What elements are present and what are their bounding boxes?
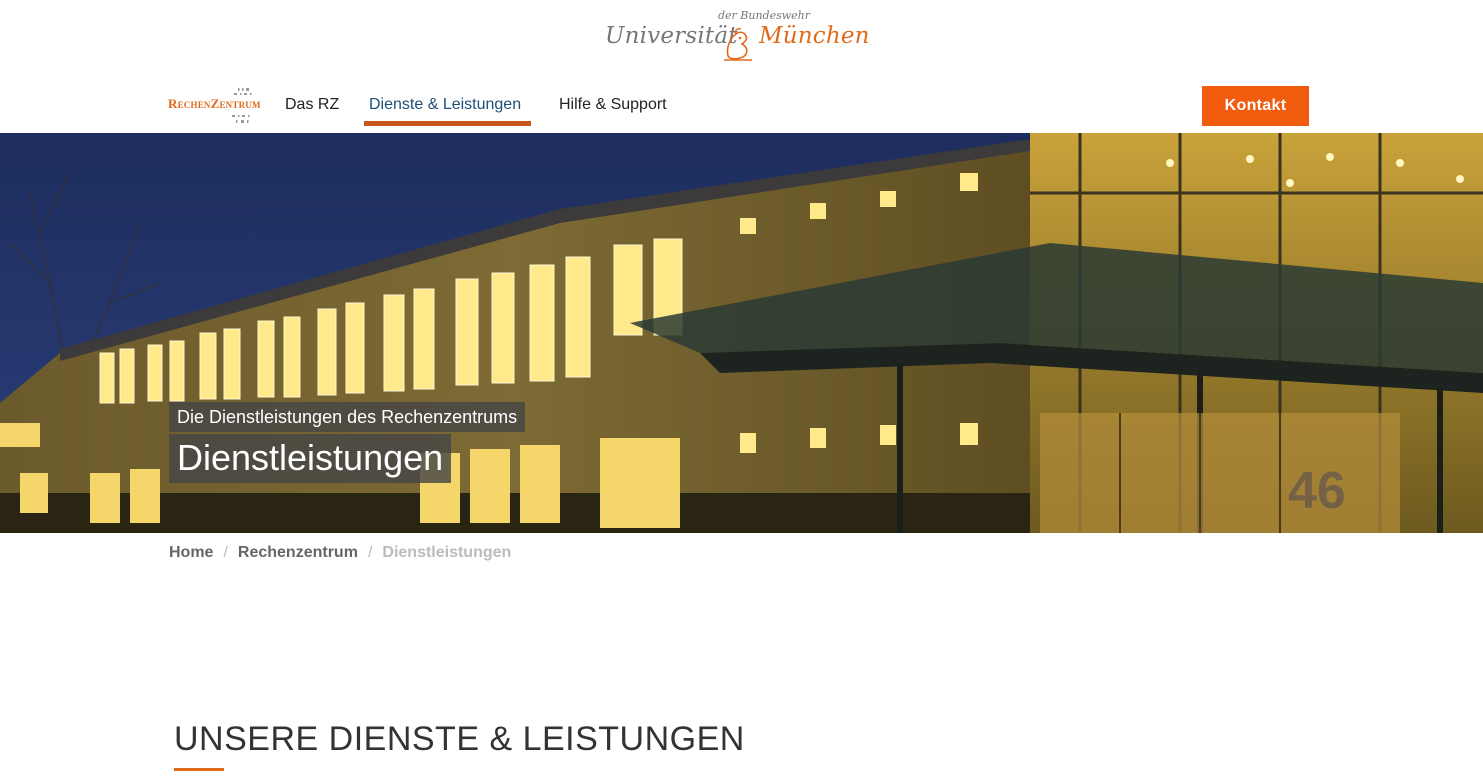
nav-active-indicator	[364, 121, 531, 126]
minerva-seal-icon	[724, 28, 752, 61]
kontakt-button[interactable]: Kontakt	[1202, 86, 1309, 126]
breadcrumb-current: Dienstleistungen	[382, 544, 512, 561]
section-title-underline	[174, 768, 224, 771]
main-navigation: RechenZentrum Das RZ Dienste & Leistunge…	[0, 80, 1483, 133]
hero-title: Dienstleistungen	[169, 434, 452, 483]
uni-logo-left-text: Universität	[605, 23, 738, 49]
nav-item-dienste-leistungen[interactable]: Dienste & Leistungen	[369, 96, 521, 114]
breadcrumb-rechenzentrum[interactable]: Rechenzentrum	[238, 544, 358, 562]
uni-logo-subtitle: der Bundeswehr	[718, 9, 811, 22]
rz-binary-dots-icon	[232, 88, 252, 123]
svg-text:46: 46	[1288, 462, 1346, 520]
rechenzentrum-logo[interactable]: RechenZentrum	[168, 86, 272, 126]
breadcrumb: Home / Rechenzentrum / Dienstleistungen	[169, 544, 511, 562]
rz-logo-part1: Rechen	[168, 96, 211, 111]
breadcrumb-separator: /	[223, 544, 228, 561]
breadcrumb-home[interactable]: Home	[169, 544, 213, 562]
section-title: UNSERE DIENSTE & LEISTUNGEN	[174, 720, 745, 758]
nav-item-hilfe-support[interactable]: Hilfe & Support	[559, 96, 667, 114]
nav-item-das-rz[interactable]: Das RZ	[285, 96, 339, 114]
breadcrumb-separator: /	[367, 544, 373, 561]
hero-subtitle: Die Dienstleistungen des Rechenzentrums	[169, 402, 526, 432]
uni-logo-right-text: München	[759, 23, 870, 49]
hero-banner: 46 Die Dienstleistungen des Rechenzentru…	[0, 133, 1483, 533]
university-logo[interactable]: der Bundeswehr Universität München	[600, 6, 870, 62]
